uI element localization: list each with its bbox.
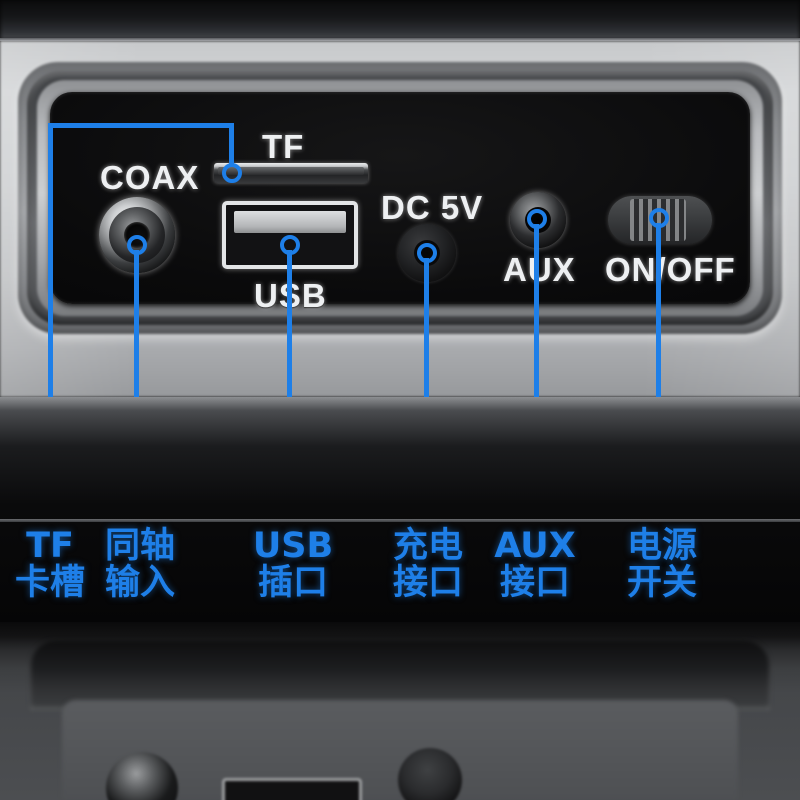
callout-label-aux: AUX 接口: [494, 526, 576, 604]
callout-label-dc5v: 充电 接口: [392, 526, 463, 604]
callout-label-coax: 同轴 输入: [104, 526, 175, 604]
silk-label-dc5v: DC 5V: [381, 189, 484, 226]
silk-label-onoff: ON/OFF: [605, 251, 736, 288]
callout-leader-tf-riser: [229, 123, 234, 167]
product-annotation-image: TF COAX USB DC 5V AUX ON/OFF: [0, 0, 800, 800]
silk-label-tf: TF: [262, 128, 305, 165]
silk-label-coax: COAX: [100, 159, 200, 196]
caption-divider: [0, 519, 800, 522]
callout-leader-tf-horizontal: [48, 123, 234, 128]
callout-label-tf: TF 卡槽: [14, 526, 85, 604]
callout-label-power: 电源 开关: [626, 526, 697, 604]
usb-port-tongue: [234, 211, 346, 233]
cabinet-top-shadow-band: [0, 0, 800, 40]
callout-label-usb: USB 插口: [252, 526, 334, 604]
silk-label-aux: AUX: [503, 251, 576, 288]
bottom-usb-port: [222, 778, 362, 800]
